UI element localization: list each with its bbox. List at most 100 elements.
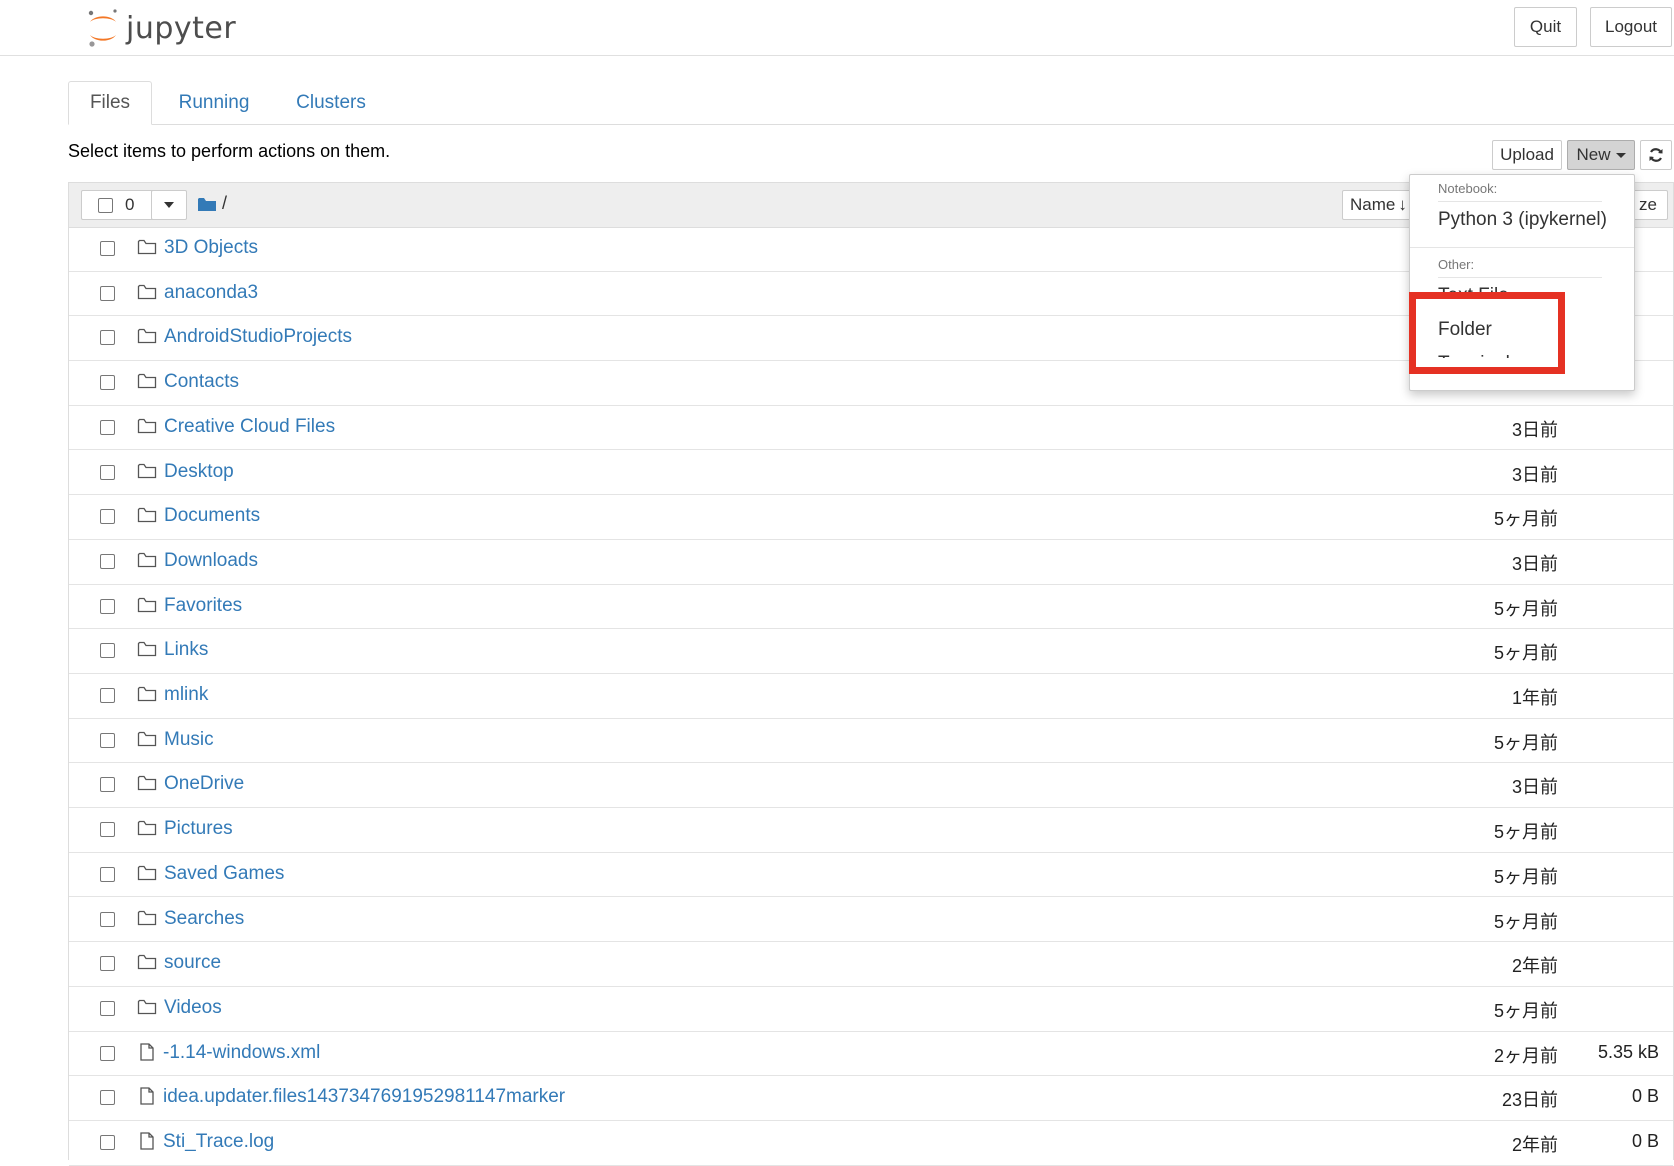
modified-time: 1年前 [1511, 688, 1558, 708]
row-checkbox[interactable] [100, 509, 115, 525]
row-checkbox[interactable] [100, 911, 115, 927]
row-checkbox[interactable] [100, 1135, 115, 1150]
folder-link[interactable]: Music [164, 729, 214, 751]
jupyter-logo[interactable]: jupyter [86, 6, 236, 50]
select-all-checkbox[interactable] [98, 198, 113, 213]
folder-link[interactable]: Pictures [164, 818, 233, 840]
row-checkbox[interactable] [100, 375, 115, 391]
folder-outline-icon [137, 955, 157, 970]
sort-name-button[interactable]: Name ↓ [1342, 190, 1414, 220]
row-checkbox[interactable] [100, 464, 115, 480]
row-checkbox[interactable] [100, 241, 115, 256]
select-menu-button[interactable] [151, 190, 187, 220]
folder-link[interactable]: source [164, 952, 221, 974]
row-checkbox[interactable] [100, 777, 115, 793]
file-link[interactable]: idea.updater.files1437347691952981147mar… [163, 1086, 565, 1108]
file-row[interactable]: Documents 5ヶ月前 [69, 495, 1673, 540]
header: jupyter Quit Logout [0, 0, 1674, 56]
folder-outline-icon [137, 239, 157, 255]
tab-files[interactable]: Files [68, 81, 152, 125]
sort-size-label: ze [1639, 195, 1657, 214]
instructions-text: Select items to perform actions on them. [68, 141, 391, 161]
row-checkbox[interactable] [100, 419, 115, 435]
row-checkbox[interactable] [100, 866, 115, 882]
folder-link[interactable]: Saved Games [164, 863, 284, 885]
folder-outline-icon [137, 686, 157, 702]
file-row[interactable]: Desktop 3日前 [69, 451, 1673, 496]
file-row[interactable]: mlink 1年前 [69, 674, 1673, 719]
folder-link[interactable]: OneDrive [164, 773, 244, 795]
file-row[interactable]: idea.updater.files1437347691952981147mar… [69, 1076, 1673, 1121]
modified-time: 3日前 [1511, 419, 1558, 440]
row-checkbox[interactable] [100, 956, 115, 972]
logout-button[interactable]: Logout [1590, 7, 1672, 47]
file-size: 5.35 kB [1597, 1041, 1659, 1062]
row-checkbox[interactable] [100, 1090, 115, 1106]
menu-item-python3[interactable]: Python 3 (ipykernel) [1438, 209, 1607, 231]
modified-time: 2ヶ月前 [1493, 1045, 1558, 1066]
tab-running[interactable]: Running [168, 81, 260, 125]
file-row[interactable]: -1.14-windows.xml 2ヶ月前 5.35 kB [69, 1032, 1673, 1077]
folder-link[interactable]: Favorites [164, 595, 242, 617]
row-checkbox[interactable] [100, 285, 115, 301]
caret-down-icon [164, 202, 174, 208]
file-row[interactable]: Downloads 3日前 [69, 540, 1673, 585]
folder-link[interactable]: Searches [164, 908, 244, 930]
highlight-mask-top [1416, 299, 1558, 307]
refresh-button[interactable] [1640, 140, 1672, 170]
new-button[interactable]: New [1567, 140, 1635, 170]
sort-name-label: Name [1350, 195, 1396, 214]
folder-outline-icon [137, 597, 157, 612]
refresh-icon [1649, 148, 1663, 162]
caret-down-icon [1615, 152, 1626, 158]
folder-link[interactable]: anaconda3 [164, 282, 258, 304]
row-checkbox[interactable] [100, 598, 115, 614]
file-row[interactable]: Creative Cloud Files 3日前 [69, 406, 1673, 451]
file-outline-icon [140, 1042, 154, 1061]
file-row[interactable]: Sti_Trace.log 2年前 0 B [69, 1121, 1673, 1166]
file-row[interactable]: Pictures 5ヶ月前 [69, 808, 1673, 853]
other-section-header: Other: [1438, 257, 1475, 272]
row-checkbox[interactable] [100, 1000, 115, 1016]
row-checkbox[interactable] [100, 732, 115, 748]
folder-link[interactable]: AndroidStudioProjects [164, 326, 352, 348]
upload-button[interactable]: Upload [1492, 140, 1562, 170]
folder-link[interactable]: Documents [164, 505, 260, 527]
tab-clusters[interactable]: Clusters [282, 81, 380, 125]
modified-time: 5ヶ月前 [1493, 598, 1558, 619]
file-link[interactable]: Sti_Trace.log [163, 1131, 274, 1153]
row-checkbox[interactable] [100, 643, 115, 659]
file-outline-icon [140, 1087, 154, 1105]
folder-outline-icon [137, 329, 157, 344]
folder-link[interactable]: 3D Objects [164, 237, 258, 259]
file-row[interactable]: Music 5ヶ月前 [69, 719, 1673, 764]
folder-link[interactable]: Links [164, 639, 208, 661]
file-row[interactable]: Links 5ヶ月前 [69, 629, 1673, 674]
logo-text: jupyter [126, 10, 237, 46]
file-row[interactable]: Searches 5ヶ月前 [69, 898, 1673, 943]
row-checkbox[interactable] [100, 822, 115, 838]
breadcrumb-root[interactable]: / [222, 193, 227, 214]
folder-link[interactable]: Contacts [164, 371, 239, 393]
file-link[interactable]: -1.14-windows.xml [163, 1042, 320, 1064]
folder-link[interactable]: Creative Cloud Files [164, 416, 335, 438]
folder-link[interactable]: Videos [164, 997, 222, 1019]
notebook-section-header: Notebook: [1438, 181, 1498, 196]
menu-divider [1438, 201, 1602, 202]
row-checkbox[interactable] [100, 1045, 115, 1061]
folder-outline-icon [137, 776, 157, 791]
folder-link[interactable]: mlink [164, 684, 208, 706]
file-row[interactable]: Saved Games 5ヶ月前 [69, 853, 1673, 898]
file-row[interactable]: Videos 5ヶ月前 [69, 987, 1673, 1032]
row-checkbox[interactable] [100, 553, 115, 569]
folder-link[interactable]: Desktop [164, 461, 234, 483]
row-checkbox[interactable] [100, 330, 115, 346]
folder-link[interactable]: Downloads [164, 550, 258, 572]
row-checkbox[interactable] [100, 688, 115, 703]
modified-time: 5ヶ月前 [1493, 911, 1558, 932]
file-row[interactable]: OneDrive 3日前 [69, 763, 1673, 809]
file-row[interactable]: Favorites 5ヶ月前 [69, 585, 1673, 630]
new-button-label: New [1576, 145, 1611, 164]
file-row[interactable]: source 2年前 [69, 942, 1673, 987]
quit-button[interactable]: Quit [1514, 7, 1577, 47]
